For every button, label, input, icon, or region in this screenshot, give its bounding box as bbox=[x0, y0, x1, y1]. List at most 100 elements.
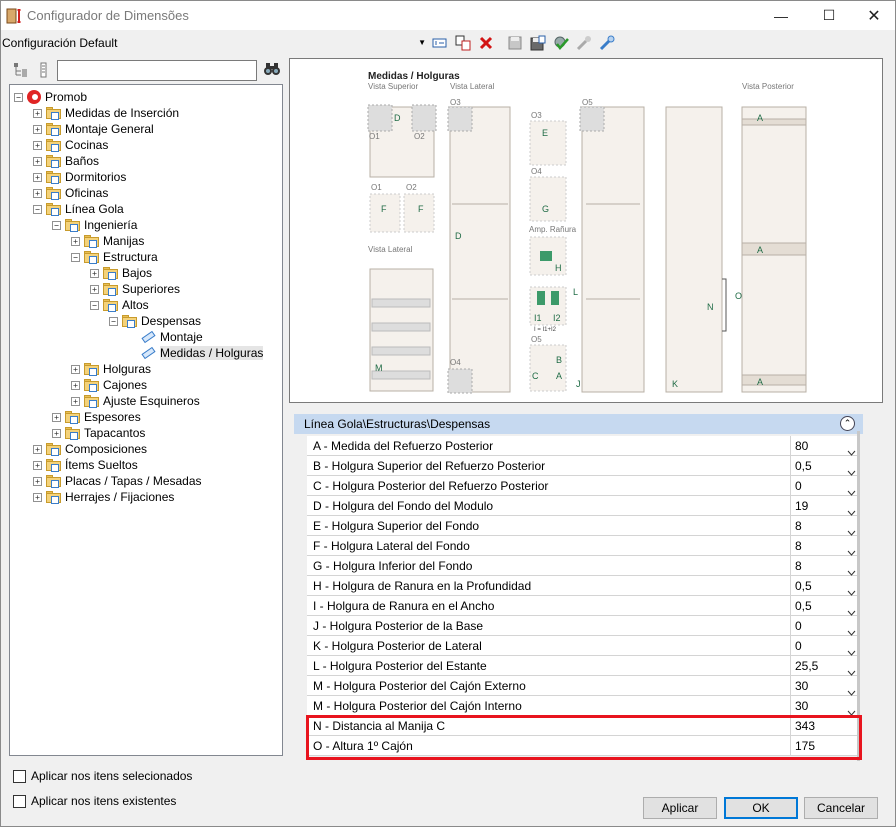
expand-node-icon[interactable]: + bbox=[33, 444, 42, 454]
tree-node[interactable]: − Altos bbox=[90, 297, 149, 313]
property-value[interactable]: 80 bbox=[792, 436, 859, 456]
tree-node[interactable]: + Manijas bbox=[71, 233, 144, 249]
chevron-down-icon[interactable] bbox=[847, 442, 856, 456]
chevron-down-icon[interactable] bbox=[847, 502, 856, 516]
chevron-down-icon[interactable] bbox=[847, 482, 856, 496]
expand-node-icon[interactable]: + bbox=[33, 476, 42, 486]
expand-node-icon[interactable]: + bbox=[33, 188, 42, 198]
property-row[interactable]: J - Holgura Posterior de la Base 0 bbox=[307, 616, 859, 636]
expand-tree-icon[interactable] bbox=[13, 62, 29, 78]
tree-node[interactable]: + Montaje General bbox=[33, 121, 154, 137]
tree-node[interactable]: Montaje bbox=[128, 329, 203, 345]
chevron-down-icon[interactable] bbox=[847, 702, 856, 716]
tree-node[interactable]: + Herrajes / Fijaciones bbox=[33, 489, 174, 505]
chevron-down-icon[interactable] bbox=[847, 522, 856, 536]
copy-config-icon[interactable] bbox=[454, 34, 472, 52]
expand-node-icon[interactable]: + bbox=[90, 284, 99, 294]
tree-node[interactable]: + Superiores bbox=[90, 281, 180, 297]
tool-disabled-icon[interactable] bbox=[575, 34, 593, 52]
property-row[interactable]: G - Holgura Inferior del Fondo 8 bbox=[307, 556, 859, 576]
property-value[interactable]: 25,5 bbox=[792, 656, 859, 676]
expand-node-icon[interactable]: + bbox=[33, 124, 42, 134]
collapse-node-icon[interactable]: − bbox=[71, 252, 80, 262]
property-value[interactable]: 19 bbox=[792, 496, 859, 516]
tree-node[interactable]: + Ítems Sueltos bbox=[33, 457, 138, 473]
expand-node-icon[interactable]: + bbox=[33, 108, 42, 118]
chevron-down-icon[interactable] bbox=[847, 642, 856, 656]
chevron-down-icon[interactable] bbox=[847, 622, 856, 636]
chevron-down-icon[interactable] bbox=[847, 582, 856, 596]
tree-node[interactable]: − Ingeniería bbox=[52, 217, 137, 233]
property-row[interactable]: F - Holgura Lateral del Fondo 8 bbox=[307, 536, 859, 556]
tree-search-input[interactable] bbox=[57, 60, 257, 81]
property-row[interactable]: B - Holgura Superior del Refuerzo Poster… bbox=[307, 456, 859, 476]
property-value[interactable]: 8 bbox=[792, 516, 859, 536]
expand-node-icon[interactable]: + bbox=[33, 172, 42, 182]
collapse-node-icon[interactable]: − bbox=[14, 92, 23, 102]
chevron-down-icon[interactable] bbox=[847, 542, 856, 556]
apply-selected-checkbox[interactable]: Aplicar nos itens selecionados bbox=[13, 769, 192, 783]
property-row[interactable]: M - Holgura Posterior del Cajón Interno 3… bbox=[307, 696, 859, 716]
property-row[interactable]: M - Holgura Posterior del Cajón Externo 3… bbox=[307, 676, 859, 696]
property-value[interactable]: 30 bbox=[792, 676, 859, 696]
property-value[interactable]: 0,5 bbox=[792, 576, 859, 596]
tree-node[interactable]: − Promob bbox=[14, 89, 87, 105]
tree-node[interactable]: + Holguras bbox=[71, 361, 151, 377]
tree-node[interactable]: + Bajos bbox=[90, 265, 152, 281]
property-row[interactable]: C - Holgura Posterior del Refuerzo Poste… bbox=[307, 476, 859, 496]
category-tree[interactable]: − Promob + Medidas de Inserción + Montaje Gen… bbox=[9, 84, 283, 756]
tree-node[interactable]: − Despensas bbox=[109, 313, 201, 329]
tree-node[interactable]: + Espesores bbox=[52, 409, 141, 425]
tree-node[interactable]: + Baños bbox=[33, 153, 99, 169]
property-grid-scrollbar[interactable] bbox=[857, 431, 860, 761]
expand-node-icon[interactable]: + bbox=[33, 492, 42, 502]
close-window-button[interactable]: ✕ bbox=[851, 1, 896, 30]
expand-node-icon[interactable]: + bbox=[90, 268, 99, 278]
expand-node-icon[interactable]: + bbox=[71, 396, 80, 406]
save-icon[interactable] bbox=[506, 34, 524, 52]
expand-node-icon[interactable]: + bbox=[71, 364, 80, 374]
expand-node-icon[interactable]: + bbox=[33, 140, 42, 150]
property-value[interactable]: 0,5 bbox=[792, 596, 859, 616]
tree-node[interactable]: + Placas / Tapas / Mesadas bbox=[33, 473, 202, 489]
tree-node[interactable]: + Composiciones bbox=[33, 441, 147, 457]
property-row[interactable]: L - Holgura Posterior del Estante 25,5 bbox=[307, 656, 859, 676]
tree-node[interactable]: + Cocinas bbox=[33, 137, 108, 153]
tree-node[interactable]: + Ajuste Esquineros bbox=[71, 393, 200, 409]
property-value[interactable]: 0,5 bbox=[792, 456, 859, 476]
apply-button[interactable]: Aplicar bbox=[643, 797, 717, 819]
chevron-down-icon[interactable] bbox=[847, 682, 856, 696]
ok-button[interactable]: OK bbox=[724, 797, 798, 819]
property-value[interactable]: 8 bbox=[792, 556, 859, 576]
property-value[interactable]: 30 bbox=[792, 696, 859, 716]
delete-icon[interactable] bbox=[477, 34, 495, 52]
tree-node[interactable]: + Tapacantos bbox=[52, 425, 145, 441]
configuration-select[interactable]: Configuración Default ▼ bbox=[2, 32, 428, 54]
collapse-node-icon[interactable]: − bbox=[52, 220, 61, 230]
save-as-icon[interactable] bbox=[529, 34, 547, 52]
binoculars-icon[interactable] bbox=[263, 61, 281, 79]
expand-node-icon[interactable]: + bbox=[33, 156, 42, 166]
tool-edit-icon[interactable] bbox=[598, 34, 616, 52]
chevron-down-icon[interactable] bbox=[847, 662, 856, 676]
property-row[interactable]: K - Holgura Posterior de Lateral 0 bbox=[307, 636, 859, 656]
collapse-tree-icon[interactable] bbox=[36, 62, 52, 78]
collapse-node-icon[interactable]: − bbox=[90, 300, 99, 310]
rename-icon[interactable] bbox=[431, 34, 449, 52]
expand-node-icon[interactable]: + bbox=[33, 460, 42, 470]
chevron-down-icon[interactable] bbox=[847, 602, 856, 616]
cancel-button[interactable]: Cancelar bbox=[804, 797, 878, 819]
chevron-down-icon[interactable] bbox=[847, 462, 856, 476]
collapse-node-icon[interactable]: − bbox=[109, 316, 118, 326]
expand-node-icon[interactable]: + bbox=[71, 380, 80, 390]
tree-node[interactable]: − Línea Gola bbox=[33, 201, 124, 217]
tree-node[interactable]: + Dormitorios bbox=[33, 169, 126, 185]
checkbox-box[interactable] bbox=[13, 769, 26, 783]
minimize-button[interactable]: — bbox=[758, 1, 804, 30]
expand-node-icon[interactable]: + bbox=[52, 412, 61, 422]
chevron-down-icon[interactable] bbox=[847, 562, 856, 576]
property-row[interactable]: H - Holgura de Ranura en la Profundidad 0… bbox=[307, 576, 859, 596]
expand-node-icon[interactable]: + bbox=[52, 428, 61, 438]
property-value[interactable]: 0 bbox=[792, 476, 859, 496]
tree-node[interactable]: + Cajones bbox=[71, 377, 147, 393]
